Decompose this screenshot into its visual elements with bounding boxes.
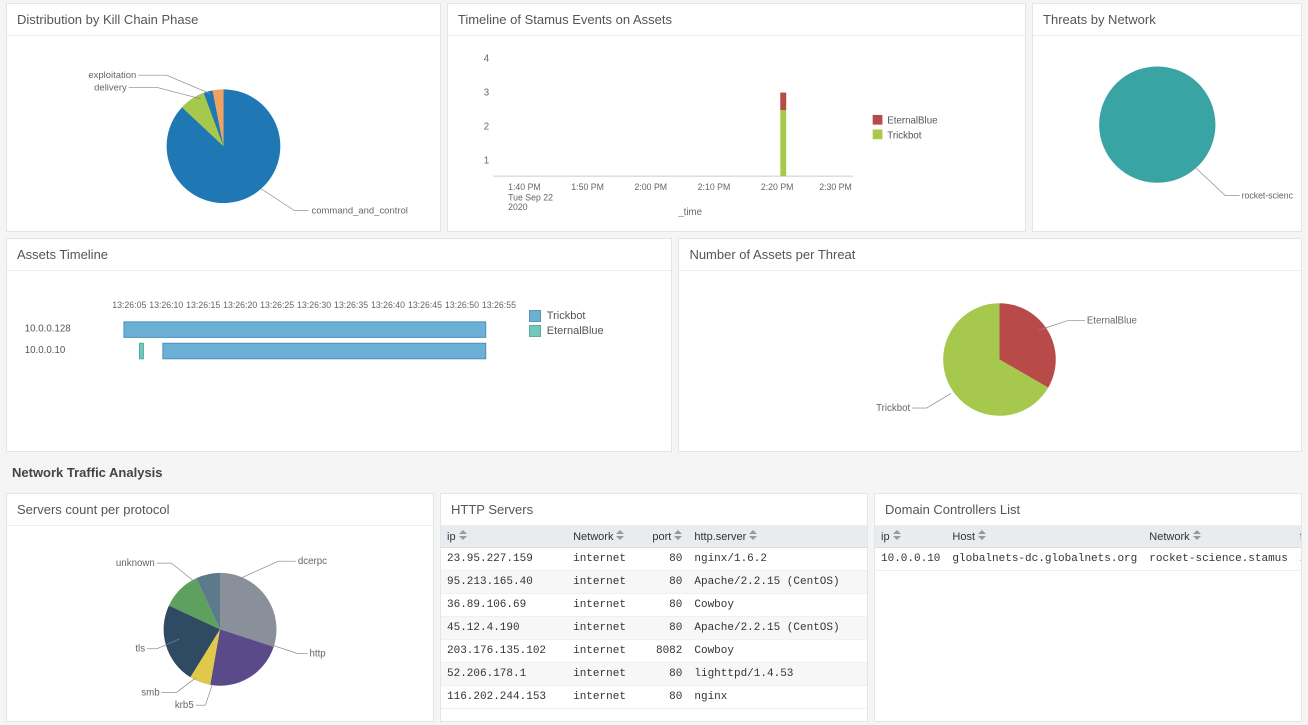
panel-title: Timeline of Stamus Events on Assets	[448, 4, 1025, 36]
table-row[interactable]: 45.12.4.190internet80Apache/2.2.15 (Cent…	[441, 617, 867, 640]
svg-text:2:00 PM: 2:00 PM	[634, 182, 667, 192]
chart-timeline-events[interactable]: 4 3 2 1 1:40 PM 1:50 PM 2:00 PM 2:10 PM …	[448, 36, 1025, 231]
svg-text:13:26:55: 13:26:55	[482, 300, 516, 310]
legend-eternalblue[interactable]: EternalBlue	[529, 325, 604, 337]
chart-servers-protocol[interactable]: dcerpc http tls smb krb5 unknown	[7, 526, 433, 721]
col-network[interactable]: Network	[567, 526, 641, 548]
panel-assets-timeline: Assets Timeline 13:26:0513:26:1013:26:15…	[6, 238, 672, 452]
svg-text:13:26:20: 13:26:20	[223, 300, 257, 310]
col-server[interactable]: http.server	[688, 526, 867, 548]
panel-servers-protocol: Servers count per protocol dcerpc http t…	[6, 493, 434, 722]
dc-list-table[interactable]: ip Host Network first_seen last_seen 10.…	[875, 526, 1301, 571]
svg-text:EternalBlue: EternalBlue	[887, 116, 937, 127]
svg-text:http: http	[310, 649, 326, 660]
panel-title: Distribution by Kill Chain Phase	[7, 4, 440, 36]
svg-text:tls: tls	[135, 644, 145, 655]
panel-killchain: Distribution by Kill Chain Phase exploit…	[6, 3, 441, 232]
sort-icon[interactable]	[978, 530, 986, 540]
table-row[interactable]: 52.206.178.1internet80lighttpd/1.4.53	[441, 663, 867, 686]
panel-assets-per-threat: Number of Assets per Threat EternalBlue …	[678, 238, 1302, 452]
sort-icon[interactable]	[674, 530, 682, 540]
sort-icon[interactable]	[1193, 530, 1201, 540]
svg-text:Trickbot: Trickbot	[887, 130, 922, 141]
svg-text:13:26:30: 13:26:30	[297, 300, 331, 310]
table-row[interactable]: 95.213.165.40internet80Apache/2.2.15 (Ce…	[441, 571, 867, 594]
svg-text:13:26:45: 13:26:45	[408, 300, 442, 310]
chart-assets-timeline[interactable]: 13:26:0513:26:1013:26:15 13:26:2013:26:2…	[7, 271, 671, 451]
sort-icon[interactable]	[616, 530, 624, 540]
svg-text:13:26:15: 13:26:15	[186, 300, 220, 310]
svg-text:_time: _time	[677, 207, 702, 217]
svg-text:13:26:40: 13:26:40	[371, 300, 405, 310]
panel-http-servers: HTTP Servers ip Network port http.server…	[440, 493, 868, 722]
table-row[interactable]: 36.89.106.69internet80Cowboy	[441, 594, 867, 617]
chart-assets-per-threat[interactable]: EternalBlue Trickbot	[679, 271, 1301, 451]
svg-text:1:40 PM: 1:40 PM	[508, 182, 541, 192]
svg-text:3: 3	[484, 87, 489, 98]
col-port[interactable]: port	[641, 526, 689, 548]
sort-icon[interactable]	[459, 530, 467, 540]
sort-icon[interactable]	[893, 530, 901, 540]
svg-text:smb: smb	[141, 687, 159, 698]
col-network[interactable]: Network	[1143, 526, 1294, 548]
panel-title: HTTP Servers	[441, 494, 867, 526]
chart-killchain[interactable]: exploitation delivery command_and_contro…	[7, 36, 440, 231]
svg-text:dcerpc: dcerpc	[298, 556, 327, 567]
svg-text:10.0.0.10: 10.0.0.10	[25, 345, 66, 356]
svg-text:10.0.0.128: 10.0.0.128	[25, 324, 71, 335]
panel-title: Domain Controllers List	[875, 494, 1301, 526]
section-network-traffic: Network Traffic Analysis	[0, 455, 1308, 490]
svg-text:2:10 PM: 2:10 PM	[698, 182, 731, 192]
label-exploitation: exploitation	[88, 70, 136, 81]
svg-text:2:20 PM: 2:20 PM	[761, 182, 794, 192]
svg-text:rocket-science.stamus: rocket-science.stamus	[1242, 190, 1293, 200]
table-row[interactable]: 203.176.135.102internet8082Cowboy	[441, 640, 867, 663]
panel-threats-network: Threats by Network rocket-science.stamus	[1032, 3, 1302, 232]
col-host[interactable]: Host	[946, 526, 1143, 548]
label-delivery: delivery	[94, 82, 127, 93]
panel-title: Number of Assets per Threat	[679, 239, 1301, 271]
svg-text:krb5: krb5	[175, 700, 194, 711]
svg-text:EternalBlue: EternalBlue	[1087, 316, 1137, 327]
panel-title: Servers count per protocol	[7, 494, 433, 526]
svg-text:2:30 PM: 2:30 PM	[819, 182, 852, 192]
svg-text:unknown: unknown	[116, 558, 155, 569]
svg-text:2020: 2020	[508, 202, 528, 212]
panel-title: Assets Timeline	[7, 239, 671, 271]
svg-text:13:26:25: 13:26:25	[260, 300, 294, 310]
col-first-seen[interactable]: first_seen	[1294, 526, 1301, 548]
svg-text:1:50 PM: 1:50 PM	[571, 182, 604, 192]
chart-threats-network[interactable]: rocket-science.stamus	[1033, 36, 1301, 231]
svg-text:4: 4	[484, 53, 490, 64]
svg-text:13:26:05: 13:26:05	[112, 300, 146, 310]
svg-text:Tue Sep 22: Tue Sep 22	[508, 192, 553, 202]
table-row[interactable]: 23.95.227.159internet80nginx/1.6.2	[441, 548, 867, 571]
svg-text:1: 1	[484, 156, 489, 167]
table-row[interactable]: 116.202.244.153internet80nginx	[441, 686, 867, 709]
sort-icon[interactable]	[749, 530, 757, 540]
svg-text:Trickbot: Trickbot	[877, 403, 911, 414]
svg-text:13:26:35: 13:26:35	[334, 300, 368, 310]
table-row[interactable]: 10.0.0.10globalnets-dc.globalnets.orgroc…	[875, 548, 1301, 571]
panel-title: Threats by Network	[1033, 4, 1301, 36]
svg-text:13:26:50: 13:26:50	[445, 300, 479, 310]
panel-timeline-events: Timeline of Stamus Events on Assets 4 3 …	[447, 3, 1026, 232]
col-ip[interactable]: ip	[875, 526, 946, 548]
http-servers-table[interactable]: ip Network port http.server 23.95.227.15…	[441, 526, 867, 709]
panel-dc-list: Domain Controllers List ip Host Network …	[874, 493, 1302, 722]
col-ip[interactable]: ip	[441, 526, 567, 548]
svg-text:2: 2	[484, 122, 489, 133]
label-c2: command_and_control	[312, 205, 408, 216]
svg-text:13:26:10: 13:26:10	[149, 300, 183, 310]
legend-trickbot[interactable]: Trickbot	[529, 310, 604, 322]
